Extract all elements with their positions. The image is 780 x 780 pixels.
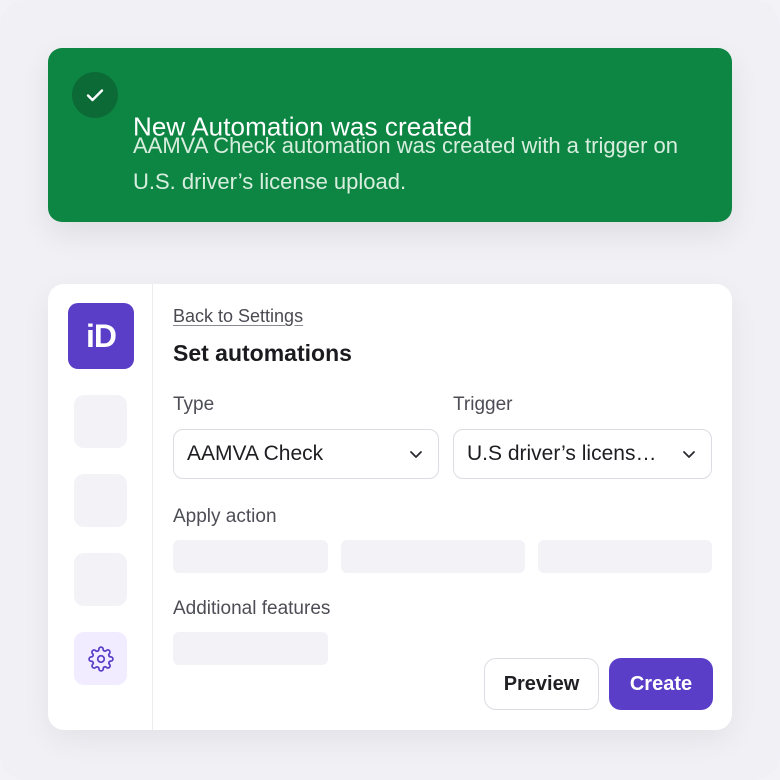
action-placeholder[interactable] xyxy=(538,540,712,573)
sidebar-item-placeholder[interactable] xyxy=(74,395,127,448)
page-title: Set automations xyxy=(173,340,352,366)
create-button[interactable]: Create xyxy=(609,658,713,710)
additional-features-label: Additional features xyxy=(173,598,331,619)
action-placeholder[interactable] xyxy=(173,540,328,573)
chevron-down-icon xyxy=(683,451,695,458)
type-select[interactable]: AAMVA Check xyxy=(173,429,439,479)
apply-action-label: Apply action xyxy=(173,506,277,527)
back-to-settings-link[interactable]: Back to Settings xyxy=(173,306,303,327)
type-select-value: AAMVA Check xyxy=(187,442,324,465)
chevron-down-icon xyxy=(410,451,422,458)
sidebar-item-settings[interactable] xyxy=(74,632,127,685)
preview-button[interactable]: Preview xyxy=(484,658,599,710)
gear-icon xyxy=(87,645,114,672)
trigger-select-value: U.S driver’s licens… xyxy=(467,442,657,465)
trigger-label: Trigger xyxy=(453,394,513,415)
action-placeholder[interactable] xyxy=(341,540,525,573)
sidebar-item-placeholder[interactable] xyxy=(74,474,127,527)
sidebar-item-placeholder[interactable] xyxy=(74,553,127,606)
type-label: Type xyxy=(173,394,215,415)
check-icon xyxy=(72,72,118,118)
app-logo[interactable]: iD xyxy=(68,303,134,369)
feature-placeholder[interactable] xyxy=(173,632,328,665)
success-toast: New Automation was created AAMVA Check a… xyxy=(48,48,732,222)
toast-message: AAMVA Check automation was created with … xyxy=(133,133,678,194)
trigger-select[interactable]: U.S driver’s licens… xyxy=(453,429,712,479)
main-panel: Back to Settings Set automations Type Tr… xyxy=(173,284,732,730)
sidebar: iD xyxy=(48,284,153,730)
automation-card: iD Back to Settings Set automations Type… xyxy=(48,284,732,730)
